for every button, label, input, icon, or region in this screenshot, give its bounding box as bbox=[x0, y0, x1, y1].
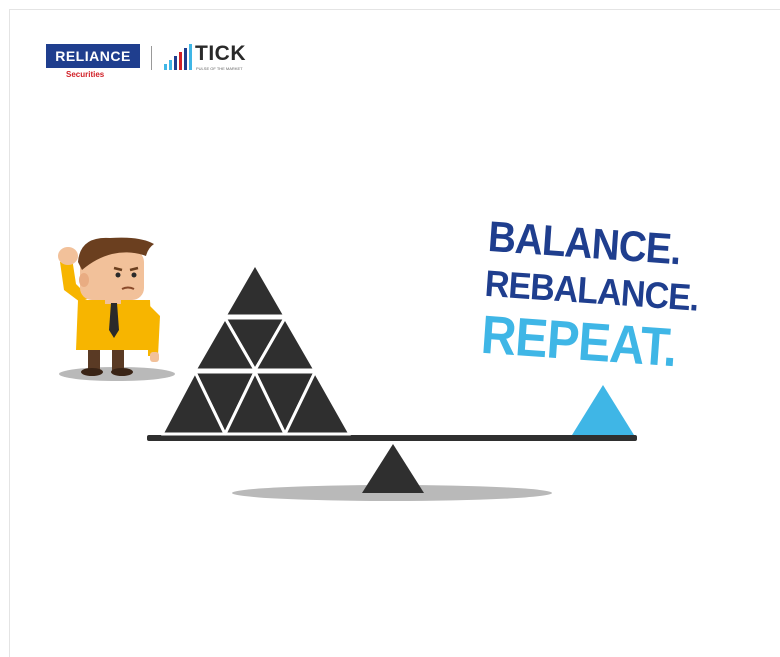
thinking-man-character bbox=[58, 237, 160, 376]
headline: BALANCE. REBALANCE. REPEAT. bbox=[479, 212, 749, 382]
seesaw-plank bbox=[147, 435, 637, 441]
pivot-triangle bbox=[362, 444, 424, 493]
pyramid-triangle bbox=[223, 262, 287, 318]
triangle-pyramid bbox=[160, 262, 352, 436]
blue-triangle bbox=[572, 385, 634, 435]
